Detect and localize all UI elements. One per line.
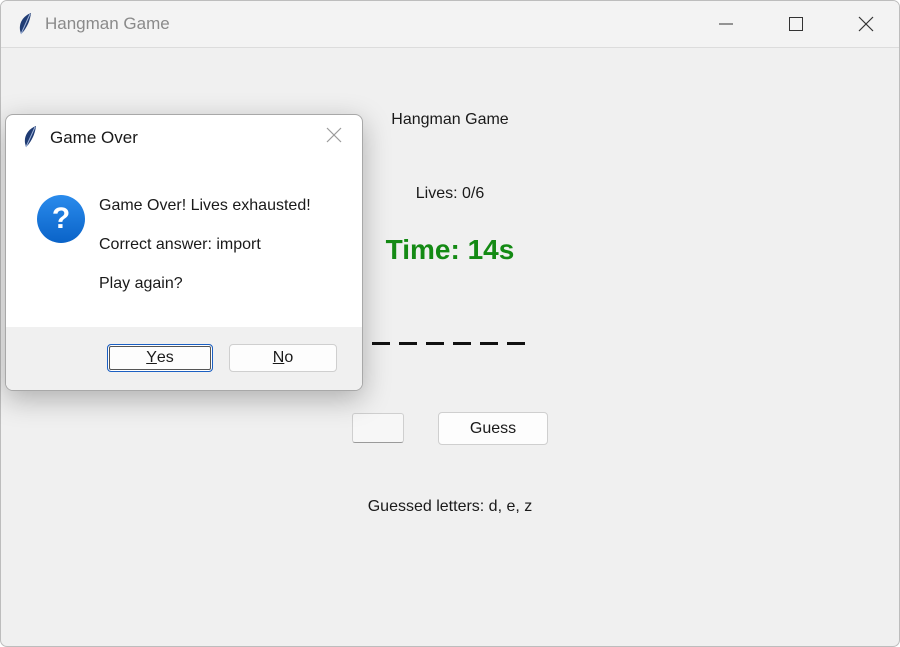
title-bar: Hangman Game: [1, 1, 899, 48]
minimize-button[interactable]: [691, 1, 761, 47]
close-button[interactable]: [831, 1, 899, 47]
letter-slot: [453, 342, 471, 345]
dialog-title: Game Over: [50, 128, 138, 147]
maximize-icon: [789, 17, 803, 31]
no-accelerator: N: [272, 349, 285, 366]
dialog-message-line2: Correct answer: import: [99, 236, 261, 253]
dialog-close-icon[interactable]: [326, 127, 342, 143]
yes-button[interactable]: Yes: [107, 344, 213, 372]
minimize-icon: [719, 23, 733, 25]
dialog-footer: Yes No: [6, 327, 362, 390]
letter-slot: [426, 342, 444, 345]
maximize-button[interactable]: [761, 1, 831, 47]
letter-slot: [372, 342, 390, 345]
yes-accelerator: Y: [146, 349, 157, 366]
guess-input[interactable]: [352, 413, 404, 443]
window-title: Hangman Game: [45, 14, 170, 33]
close-icon: [858, 16, 874, 32]
feather-icon: [24, 126, 36, 148]
letter-slot: [507, 342, 525, 345]
feather-icon: [19, 13, 31, 35]
dialog-message-line1: Game Over! Lives exhausted!: [99, 197, 311, 214]
word-display: [372, 342, 525, 345]
no-label-rest: o: [284, 349, 294, 366]
letter-slot: [480, 342, 498, 345]
guess-button[interactable]: Guess: [438, 412, 548, 445]
guessed-letters-label: Guessed letters: d, e, z: [367, 498, 533, 515]
no-button[interactable]: No: [229, 344, 337, 372]
dialog-message-line3: Play again?: [99, 275, 183, 292]
game-over-dialog: Game Over ? Game Over! Lives exhausted! …: [5, 114, 363, 391]
yes-label-rest: es: [156, 349, 174, 366]
letter-slot: [399, 342, 417, 345]
question-icon: ?: [37, 195, 85, 243]
